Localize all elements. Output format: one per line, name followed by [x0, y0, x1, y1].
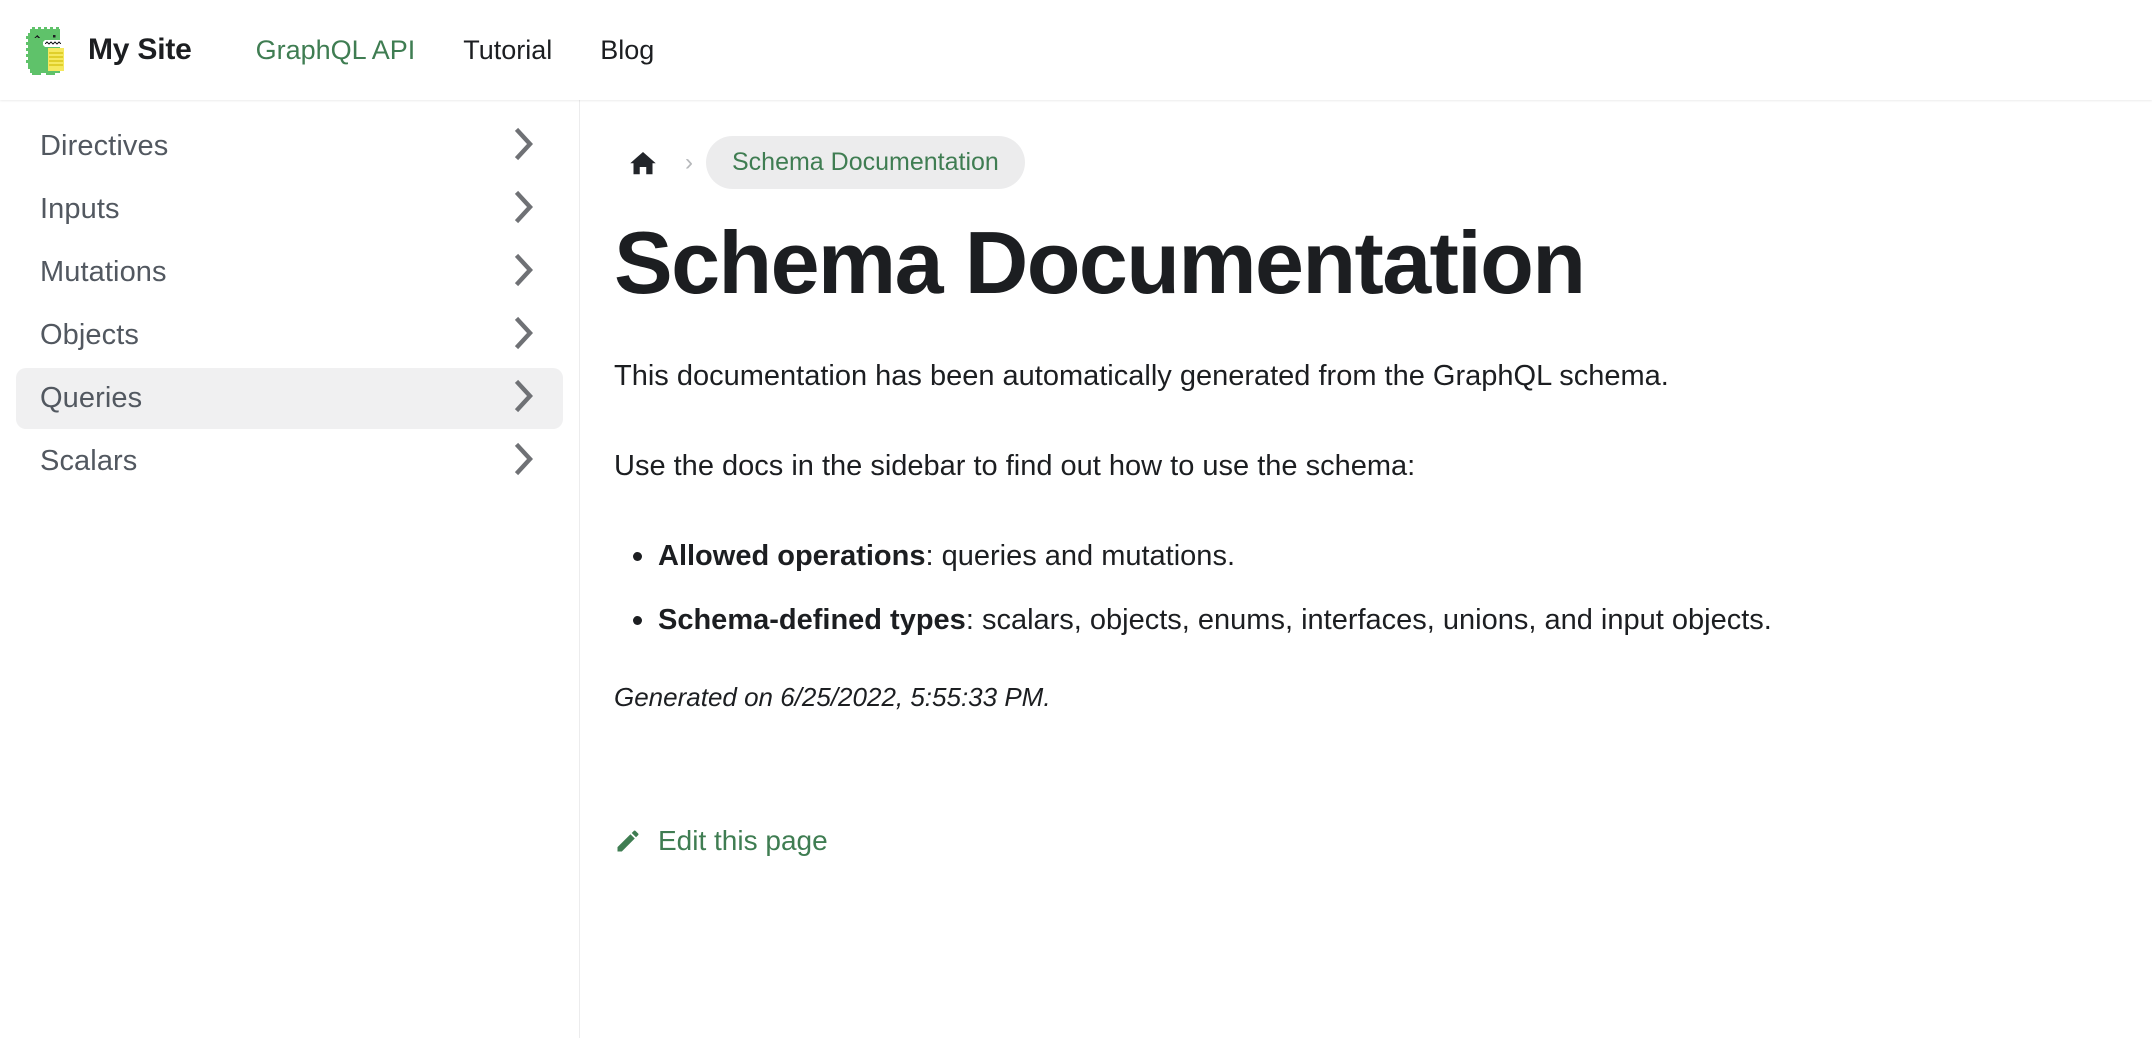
sidebar-item-label: Objects — [40, 319, 140, 351]
list-item-term: Schema-defined types — [658, 604, 966, 637]
page-title: Schema Documentation — [614, 213, 1586, 312]
chevron-right-icon — [513, 442, 535, 481]
chevron-right-icon — [513, 190, 535, 229]
sidebar-item-queries[interactable]: Queries — [16, 368, 563, 429]
main-content: › Schema Documentation Schema Documentat… — [580, 100, 2152, 1038]
navbar-link-blog[interactable]: Blog — [576, 25, 678, 76]
sidebar-item-scalars[interactable]: Scalars — [16, 431, 563, 492]
page-layout: Directives Inputs Mutations Objects Quer… — [0, 100, 2152, 1038]
intro-paragraph-1: This documentation has been automaticall… — [614, 360, 1669, 393]
edit-this-page-link[interactable]: Edit this page — [614, 825, 828, 857]
sidebar-item-label: Mutations — [40, 256, 167, 288]
chevron-right-icon — [513, 127, 535, 166]
sidebar-item-label: Inputs — [40, 193, 120, 225]
list-item: Allowed operations: queries and mutation… — [614, 533, 2084, 579]
list-item: Schema-defined types: scalars, objects, … — [614, 597, 2084, 643]
generated-timestamp: Generated on 6/25/2022, 5:55:33 PM. — [614, 681, 1051, 712]
breadcrumb: › Schema Documentation — [614, 136, 2084, 189]
sidebar-menu: Directives Inputs Mutations Objects Quer… — [16, 116, 563, 492]
chevron-right-icon — [513, 253, 535, 292]
sidebar-item-directives[interactable]: Directives — [16, 116, 563, 177]
edit-this-page-label: Edit this page — [658, 824, 828, 856]
list-item-text: : queries and mutations. — [925, 540, 1235, 573]
list-item-term: Allowed operations — [658, 540, 926, 573]
sidebar: Directives Inputs Mutations Objects Quer… — [0, 100, 580, 1038]
edit-page-row: Edit this page — [614, 825, 2084, 860]
breadcrumb-home-link[interactable] — [614, 138, 672, 188]
docusaurus-dino-logo-icon — [26, 24, 72, 76]
navbar-link-graphql-api[interactable]: GraphQL API — [232, 25, 440, 76]
sidebar-item-inputs[interactable]: Inputs — [16, 179, 563, 240]
list-item-text: : scalars, objects, enums, interfaces, u… — [965, 604, 1772, 637]
sidebar-item-objects[interactable]: Objects — [16, 305, 563, 366]
sidebar-item-mutations[interactable]: Mutations — [16, 242, 563, 303]
navbar-brand[interactable]: My Site — [26, 24, 192, 76]
sidebar-item-label: Directives — [40, 130, 169, 162]
sidebar-item-label: Queries — [40, 382, 143, 414]
chevron-right-icon — [513, 316, 535, 355]
brand-title: My Site — [88, 33, 192, 66]
breadcrumb-current: Schema Documentation — [706, 136, 1025, 189]
navbar-links: GraphQL API Tutorial Blog — [232, 25, 679, 76]
navbar-link-tutorial[interactable]: Tutorial — [439, 25, 576, 76]
home-icon — [628, 148, 658, 178]
breadcrumb-separator: › — [685, 148, 693, 176]
chevron-right-icon — [513, 379, 535, 418]
sidebar-item-label: Scalars — [40, 445, 138, 477]
navbar: My Site GraphQL API Tutorial Blog — [0, 0, 2152, 100]
pencil-icon — [614, 827, 642, 855]
intro-paragraph-2: Use the docs in the sidebar to find out … — [614, 450, 1416, 483]
feature-list: Allowed operations: queries and mutation… — [614, 533, 2084, 644]
